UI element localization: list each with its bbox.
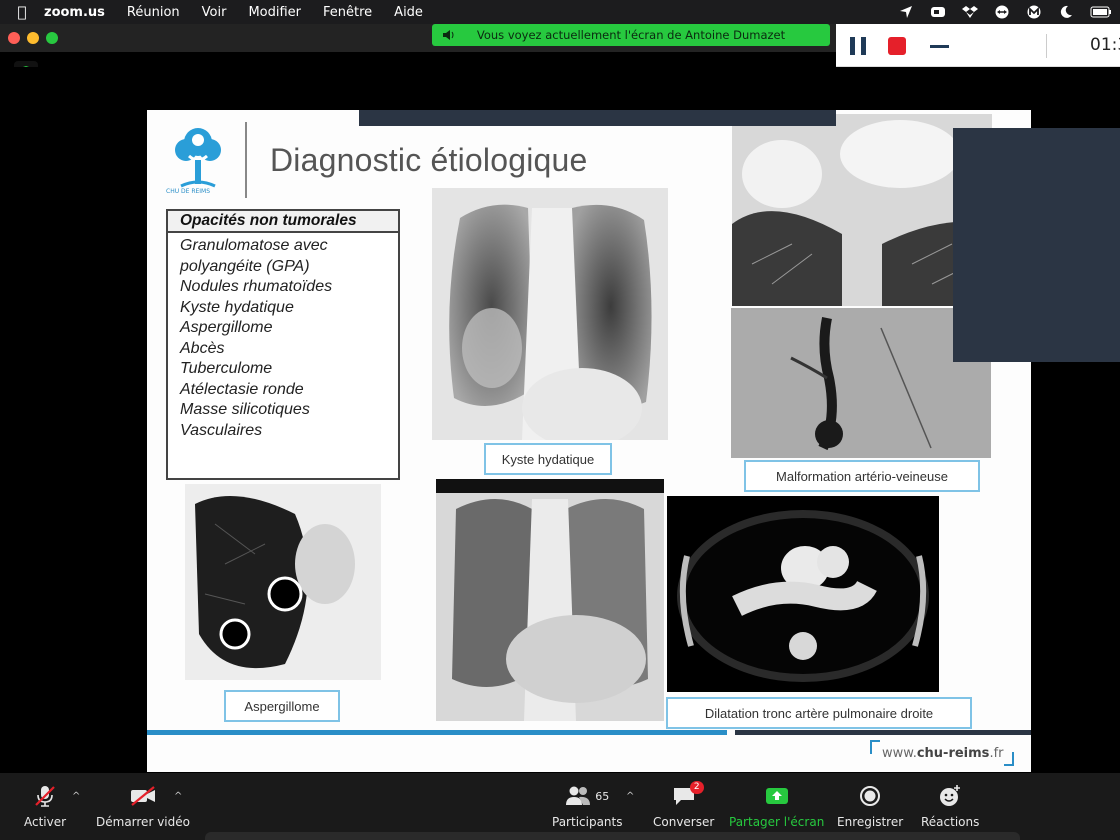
location-icon[interactable] <box>898 5 914 19</box>
menu-modifier[interactable]: Modifier <box>237 5 312 20</box>
logo-caption: CHU DE REIMS <box>166 188 211 195</box>
menu-tray <box>898 0 1112 24</box>
share-screen-label: Partager l'écran <box>729 815 825 829</box>
non-tumoral-opacities-box: Opacités non tumorales Granulomatose ave… <box>166 209 400 480</box>
participants-label: Participants <box>552 815 623 829</box>
moon-icon[interactable] <box>1058 5 1074 19</box>
dropbox-icon[interactable] <box>962 5 978 19</box>
teamviewer-icon[interactable] <box>994 5 1010 19</box>
list-item: Masse silicotiques <box>180 401 310 418</box>
chat-label: Converser <box>653 815 715 829</box>
website-domain: chu-reims <box>916 745 990 761</box>
slide-top-overlay <box>359 110 836 126</box>
website-label: www. chu-reims .fr <box>870 740 1014 766</box>
box-heading: Opacités non tumorales <box>168 211 398 233</box>
list-item: polyangéite (GPA) <box>180 257 310 275</box>
unmute-label: Activer <box>24 815 67 829</box>
record-button[interactable]: Enregistrer <box>837 783 903 829</box>
ct-aspergillome-image <box>185 484 381 680</box>
video-overlay-panel <box>953 128 1120 362</box>
footer-line-blue <box>147 730 727 735</box>
start-video-label: Démarrer vidéo <box>96 815 190 829</box>
slide-title: Diagnostic étiologique <box>270 142 588 178</box>
share-screen-icon <box>765 788 788 804</box>
participants-button[interactable]: 65 Participants <box>552 783 623 829</box>
battery-icon[interactable] <box>1090 5 1112 19</box>
list-item: Tuberculome <box>180 360 273 377</box>
audio-options-chevron-up-icon[interactable]: ^ <box>72 791 80 802</box>
website-suffix: .fr <box>989 745 1004 761</box>
list-item: Atélectasie ronde <box>180 380 304 398</box>
share-screen-button[interactable]: Partager l'écran <box>729 783 824 829</box>
menu-fenetre[interactable]: Fenêtre <box>312 5 383 20</box>
angiography-image <box>731 308 991 458</box>
apple-icon[interactable]:  <box>0 3 44 21</box>
speaker-icon <box>443 30 454 40</box>
caption-malformation: Malformation artério-veineuse <box>744 460 980 492</box>
caption-kyste-hydatique: Kyste hydatique <box>484 443 612 475</box>
participants-count: 65 <box>595 789 610 803</box>
menu-bar:  zoom.us Réunion Voir Modifier Fenêtre … <box>0 0 1120 24</box>
website-prefix: www. <box>882 745 917 761</box>
recording-timer: 01:3 <box>1090 35 1120 55</box>
recording-control-panel: 01:3 <box>836 24 1120 67</box>
presentation-slide: CHU DE REIMS Diagnostic étiologique Opac… <box>147 110 1031 772</box>
chu-reims-logo <box>175 128 221 188</box>
caption-aspergillome: Aspergillome <box>224 690 340 722</box>
zoom-icon[interactable] <box>930 5 946 19</box>
menu-app[interactable]: zoom.us <box>44 5 116 20</box>
list-item: Nodules rhumatoïdes <box>180 278 333 295</box>
zoom-window-button[interactable] <box>46 32 58 44</box>
minimize-controls-button[interactable] <box>930 45 949 48</box>
list-item: Kyste hydatique <box>180 298 294 316</box>
menu-voir[interactable]: Voir <box>191 5 238 20</box>
screen-share-banner[interactable]: Vous voyez actuellement l'écran de Antoi… <box>432 24 830 46</box>
start-video-button[interactable]: Démarrer vidéo <box>96 783 190 829</box>
close-window-button[interactable] <box>8 32 20 44</box>
record-label: Enregistrer <box>837 815 904 829</box>
muted-microphone-icon <box>35 786 55 807</box>
meeting-toolbar: Activer ^ Démarrer vidéo ^ 65 Participan… <box>0 773 1120 840</box>
logo-divider <box>245 122 247 198</box>
screen-share-banner-text: Vous voyez actuellement l'écran de Antoi… <box>476 28 786 42</box>
opacities-list: Granulomatose avec polyangéite (GPA) Nod… <box>168 233 398 441</box>
chest-xray-kyste-image <box>432 188 668 440</box>
list-item: Vasculaires <box>180 421 263 439</box>
minimize-window-button[interactable] <box>27 32 39 44</box>
list-item: Aspergillome <box>180 319 273 336</box>
divider <box>1046 34 1047 58</box>
list-item: Abcès <box>180 339 225 357</box>
participants-icon <box>566 786 591 805</box>
unmute-button[interactable]: Activer <box>24 783 66 829</box>
video-options-chevron-up-icon[interactable]: ^ <box>174 791 182 802</box>
menu-reunion[interactable]: Réunion <box>116 5 191 20</box>
chest-xray-image <box>436 479 664 721</box>
pause-recording-button[interactable] <box>850 37 866 55</box>
ct-thorax-image <box>667 496 939 692</box>
caption-dilatation: Dilatation tronc artère pulmonaire droit… <box>666 697 972 729</box>
video-off-icon <box>130 786 155 806</box>
reactions-button[interactable]: Réactions <box>921 783 979 829</box>
participants-chevron-up-icon[interactable]: ^ <box>626 791 634 802</box>
stop-recording-button[interactable] <box>888 37 906 55</box>
list-item: Granulomatose avec <box>180 237 328 254</box>
reactions-label: Réactions <box>921 815 980 829</box>
smiley-add-icon <box>940 785 961 806</box>
dock-edge <box>205 832 1020 840</box>
chat-unread-badge: 2 <box>689 781 704 794</box>
menu-aide[interactable]: Aide <box>383 5 434 20</box>
footer-line-dark <box>735 730 1031 735</box>
malwarebytes-icon[interactable] <box>1026 5 1042 19</box>
chat-button[interactable]: 2 Converser <box>653 781 715 829</box>
record-icon <box>860 786 881 806</box>
